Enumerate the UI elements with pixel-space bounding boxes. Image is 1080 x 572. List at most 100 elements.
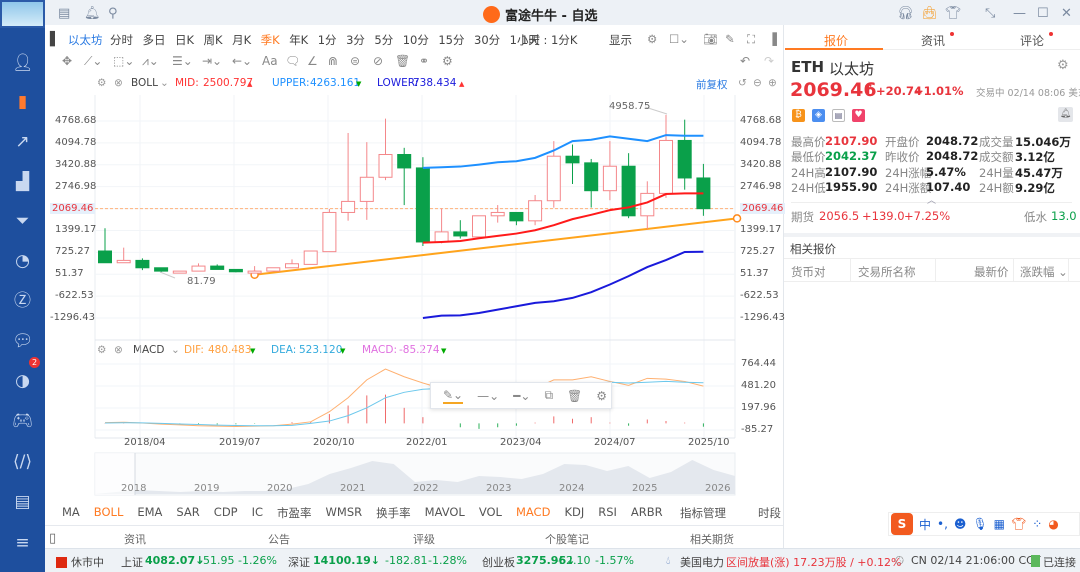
info-tab[interactable]: 相关期货 (690, 531, 734, 547)
indicator-tab[interactable]: MAVOL (425, 505, 465, 521)
news-text[interactable]: 区间放量(涨) 17.23万股 / +0.12% (726, 554, 901, 570)
indicator-tab[interactable]: BOLL (94, 505, 124, 521)
indicator-tab[interactable]: SAR (176, 505, 199, 521)
panel-divider (783, 25, 784, 548)
index-name[interactable]: 深证 (288, 554, 310, 570)
candle-up (490, 211, 505, 217)
col-change-sort[interactable]: 涨跌幅 ⌄ (1020, 264, 1068, 280)
tab-quote[interactable]: 报价 (824, 32, 848, 49)
col-exchange[interactable]: 交易所名称 (858, 264, 916, 280)
tag-icon[interactable]: ◈ (812, 109, 825, 122)
indicator-manage-button[interactable]: 指标管理 (680, 505, 726, 521)
quote-settings-icon[interactable]: ⚙ (1057, 58, 1069, 73)
line-width-dropdown[interactable]: ━⌄ (513, 389, 530, 403)
navigator-year: 2019 (194, 483, 220, 494)
candle-down (135, 259, 150, 269)
col-pair[interactable]: 货币对 (791, 264, 826, 280)
y-tick-left: 1399.17 (55, 224, 97, 236)
y-tick-left: 4768.68 (55, 115, 97, 126)
futures-change: +139.0 (862, 209, 905, 223)
indicator-tab[interactable]: EMA (137, 505, 162, 521)
navigator-year: 2026 (705, 483, 731, 494)
indicator-tab[interactable]: 市盈率 (277, 505, 312, 521)
stat-label: 24H涨额 (885, 180, 932, 195)
apps-icon[interactable]: ⁘ (1032, 517, 1042, 531)
col-sep (1068, 258, 1069, 282)
brush-color-icon[interactable]: ✎⌄ (443, 388, 464, 404)
col-last[interactable]: 最新价 (974, 264, 1009, 280)
info-tab[interactable]: 公告 (268, 531, 290, 547)
favorite-icon[interactable]: ♥ (852, 109, 865, 122)
delete-icon[interactable]: 🗑︎ (567, 389, 582, 403)
candle-up (602, 165, 617, 192)
info-tab[interactable]: 个股笔记 (545, 531, 589, 547)
indicator-tab[interactable]: WMSR (326, 505, 363, 521)
candle-down (415, 167, 430, 243)
punctuation-icon[interactable]: •, (937, 517, 948, 531)
phone-icon[interactable]: ▯ (49, 531, 56, 546)
note-icon[interactable]: ▤ (832, 109, 845, 122)
tab-comments[interactable]: 评论 (1020, 32, 1054, 49)
trade-status: 交易中 02/14 08:06 美东 (976, 88, 1080, 99)
y-tick-right: 3420.88 (740, 158, 782, 170)
ime-lang[interactable]: 中 (919, 516, 931, 533)
stat-label: 成交额 (979, 150, 1014, 165)
macd-y-tick: 764.44 (741, 358, 776, 369)
drop-icon: 💧︎ (666, 554, 671, 567)
info-tab[interactable]: 资讯 (124, 531, 146, 547)
object-settings-icon[interactable]: ⚙ (596, 389, 607, 403)
stat-value: 3.12亿 (1015, 150, 1055, 165)
candle-up (266, 267, 281, 272)
mic-icon[interactable]: 🎙︎ (972, 517, 987, 531)
candle-up (528, 200, 543, 222)
bitcoin-icon[interactable]: ₿ (792, 109, 805, 122)
candle-up (303, 250, 318, 265)
alert-bell-icon[interactable]: 🔔︎ (1058, 107, 1073, 122)
candle-up (322, 211, 337, 253)
y-tick-left: 51.37 (55, 268, 84, 280)
stat-label: 24H涨幅 (885, 165, 932, 180)
candle-down (154, 267, 169, 272)
y-tick-left: 4094.78 (55, 136, 97, 148)
price-up-arrow-icon: ↑ (862, 80, 875, 98)
stat-value: 2107.90 (825, 134, 878, 148)
indicator-tab[interactable]: VOL (479, 505, 502, 521)
futures-price: 2056.5 (819, 209, 860, 223)
navigator-year: 2021 (340, 483, 366, 494)
line-style-dropdown[interactable]: —⌄ (477, 389, 499, 403)
news-stock[interactable]: 美国电力 (680, 554, 724, 570)
skin-icon[interactable]: 👕︎ (1011, 517, 1026, 531)
y-tick-left: -622.53 (55, 290, 94, 302)
sogou-logo-icon[interactable]: S (891, 513, 913, 535)
news-dot (950, 32, 955, 36)
keyboard-icon[interactable]: ▦ (994, 517, 1005, 531)
info-tab[interactable]: 评级 (413, 531, 435, 547)
signal-icon (1031, 555, 1040, 567)
candle-down (509, 211, 524, 222)
indicator-tab[interactable]: MACD (516, 505, 550, 521)
indicator-tab[interactable]: ARBR (631, 505, 663, 521)
indicator-tab[interactable]: MA (62, 505, 80, 521)
timeslot-button[interactable]: 时段 (758, 505, 781, 521)
mascot-icon[interactable]: ◕ (1048, 517, 1058, 531)
stat-label: 昨收价 (885, 150, 920, 165)
col-sep (935, 258, 936, 282)
candle-up (247, 270, 262, 274)
index-pct: -1.57% (595, 554, 634, 567)
indicator-tab[interactable]: CDP (214, 505, 238, 521)
indicator-tab[interactable]: IC (252, 505, 263, 521)
indicator-tab[interactable]: 换手率 (376, 505, 411, 521)
candle-up (191, 265, 206, 272)
index-name[interactable]: 创业板 (482, 554, 515, 570)
index-name[interactable]: 上证 (121, 554, 143, 570)
min-leader-line (159, 271, 176, 279)
x-tick: 2023/04 (500, 437, 542, 448)
trendline-handle (732, 214, 742, 223)
tab-news[interactable]: 资讯 (921, 32, 955, 49)
indicator-tab[interactable]: KDJ (564, 505, 584, 521)
x-tick: 2024/07 (594, 437, 636, 448)
emoji-icon[interactable]: ☻ (954, 517, 967, 531)
price-change-pct: +1.01% (914, 84, 964, 98)
copy-icon[interactable]: ⧉ (544, 388, 553, 403)
indicator-tab[interactable]: RSI (598, 505, 617, 521)
